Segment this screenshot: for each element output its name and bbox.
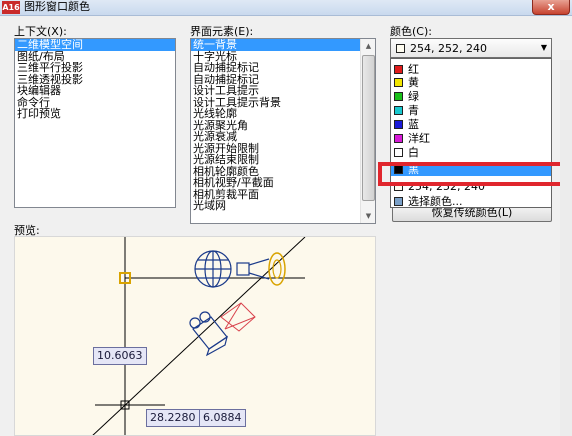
- color-option-label: 选择颜色...: [408, 195, 463, 208]
- interface-element-list-item[interactable]: 自动捕捉标记: [191, 62, 375, 74]
- current-color-swatch: [396, 44, 405, 53]
- color-option[interactable]: 洋红: [391, 132, 551, 145]
- preview-pane: 10.6063 28.2280 6.0884: [14, 236, 376, 436]
- preview-drawing: [92, 237, 306, 435]
- color-option-label: 红: [408, 63, 419, 76]
- color-swatch-icon: [394, 120, 403, 129]
- color-swatch-icon: [394, 106, 403, 115]
- color-label: 颜色(C):: [390, 25, 432, 38]
- interface-element-list-item[interactable]: 相机视野/平截面: [191, 177, 375, 189]
- dimension-vertical-label: 10.6063: [93, 347, 147, 365]
- interface-element-list-item[interactable]: 设计工具提示: [191, 85, 375, 97]
- context-listbox[interactable]: 二维模型空间 图纸/布局 三维平行投影 三维透视投影 块编辑器 命令行 打印预览: [14, 38, 176, 208]
- color-combobox-value: 254, 252, 240: [410, 42, 487, 55]
- color-option[interactable]: 黄: [391, 76, 551, 89]
- color-option[interactable]: 白: [391, 146, 551, 159]
- context-list-item[interactable]: 二维模型空间: [15, 39, 175, 51]
- color-option-label: 蓝: [408, 118, 419, 131]
- coordinate-y-label: 6.0884: [199, 409, 246, 427]
- autocad-app-icon: A16: [2, 1, 20, 14]
- color-swatch-icon: [394, 92, 403, 101]
- window-title: 图形窗口颜色: [24, 0, 90, 13]
- color-option-label: 青: [408, 104, 419, 117]
- dropdown-arrow-icon[interactable]: ▼: [541, 43, 547, 52]
- color-swatch-icon: [394, 78, 403, 87]
- color-option[interactable]: 蓝: [391, 118, 551, 131]
- context-list: 二维模型空间 图纸/布局 三维平行投影 三维透视投影 块编辑器 命令行 打印预览: [15, 39, 175, 120]
- interface-element-list-item[interactable]: 光源衰减: [191, 131, 375, 143]
- dialog-right-edge: [560, 60, 572, 436]
- color-swatch-icon: [394, 197, 403, 206]
- color-option[interactable]: 红: [391, 63, 551, 76]
- close-button[interactable]: x: [532, 0, 570, 15]
- color-option-label: 绿: [408, 90, 419, 103]
- interface-elements-listbox[interactable]: 统一背景 十字光标 自动捕捉标记 自动捕捉标记 设计工具提示 设计工具提示背景 光线轮廓 光源…: [190, 38, 376, 224]
- camera-frustum-icon: [220, 302, 256, 332]
- scroll-down-arrow-icon[interactable]: ▼: [362, 209, 375, 223]
- color-option[interactable]: 绿: [391, 90, 551, 103]
- color-option-label: 洋红: [408, 132, 430, 145]
- color-swatch-icon: [394, 134, 403, 143]
- color-combobox[interactable]: 254, 252, 240 ▼: [390, 38, 552, 58]
- scroll-thumb[interactable]: [362, 55, 375, 201]
- color-swatch-icon: [394, 65, 403, 74]
- annotation-highlight-box: [378, 162, 568, 186]
- context-list-item[interactable]: 块编辑器: [15, 85, 175, 97]
- scroll-up-arrow-icon[interactable]: ▲: [362, 39, 375, 53]
- color-option[interactable]: 青: [391, 104, 551, 117]
- spotlight-icon: [236, 252, 286, 286]
- context-label: 上下文(X):: [14, 25, 67, 38]
- color-option[interactable]: 选择颜色...: [391, 195, 551, 208]
- color-swatch-icon: [394, 148, 403, 157]
- coordinate-x-label: 28.2280: [146, 409, 200, 427]
- color-option-label: 黄: [408, 76, 419, 89]
- camera-icon: [189, 311, 228, 357]
- interface-element-list-item[interactable]: 光域网: [191, 200, 375, 212]
- context-list-item[interactable]: 打印预览: [15, 108, 175, 120]
- title-bar: A16 图形窗口颜色 x: [0, 0, 572, 16]
- interface-element-list-item[interactable]: 光源结束限制: [191, 154, 375, 166]
- interface-elements-list: 统一背景 十字光标 自动捕捉标记 自动捕捉标记 设计工具提示 设计工具提示背景 光线轮廓 光源…: [191, 39, 375, 212]
- context-list-item[interactable]: 三维平行投影: [15, 62, 175, 74]
- interface-elements-label: 界面元素(E):: [190, 25, 254, 38]
- elements-scrollbar[interactable]: ▲ ▼: [360, 39, 375, 223]
- interface-element-list-item[interactable]: 统一背景: [191, 39, 375, 51]
- color-option-label: 白: [408, 146, 419, 159]
- web-light-globe-icon: [194, 250, 232, 288]
- interface-element-list-item[interactable]: 光线轮廓: [191, 108, 375, 120]
